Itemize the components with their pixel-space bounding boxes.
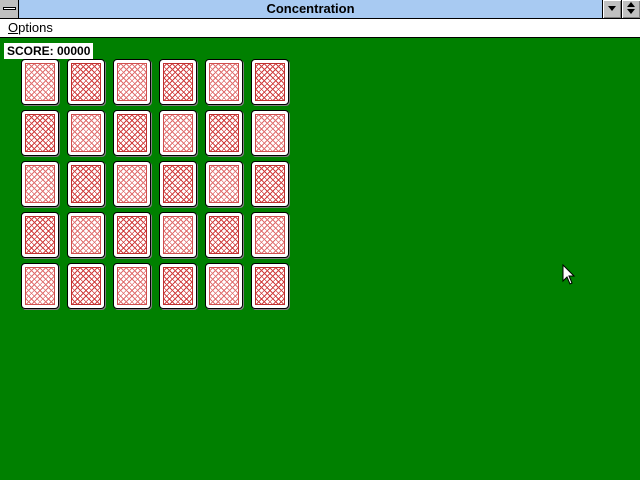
card-1-1[interactable] [21,59,59,105]
card-back-pattern [117,216,147,254]
concentration-window: Concentration Options SCORE: 00000 [0,0,640,480]
card-4-6[interactable] [251,212,289,258]
card-back-pattern [163,216,193,254]
restore-icon [627,2,635,7]
card-back-pattern [25,267,55,305]
restore-icon-lower [627,9,635,14]
card-back-pattern [71,63,101,101]
card-back-pattern [25,165,55,203]
card-5-3[interactable] [113,263,151,309]
card-1-6[interactable] [251,59,289,105]
card-5-1[interactable] [21,263,59,309]
card-3-1[interactable] [21,161,59,207]
card-5-5[interactable] [205,263,243,309]
card-back-pattern [163,165,193,203]
card-2-3[interactable] [113,110,151,156]
card-5-4[interactable] [159,263,197,309]
card-4-3[interactable] [113,212,151,258]
card-3-3[interactable] [113,161,151,207]
card-2-2[interactable] [67,110,105,156]
card-back-pattern [163,63,193,101]
menu-options-mnemonic: O [8,20,19,35]
card-back-pattern [255,63,285,101]
card-2-5[interactable] [205,110,243,156]
card-back-pattern [255,114,285,152]
card-4-1[interactable] [21,212,59,258]
card-2-1[interactable] [21,110,59,156]
card-back-pattern [255,267,285,305]
card-back-pattern [163,267,193,305]
card-1-2[interactable] [67,59,105,105]
card-back-pattern [117,63,147,101]
card-back-pattern [255,216,285,254]
card-2-4[interactable] [159,110,197,156]
score-display: SCORE: 00000 [4,43,94,59]
card-back-pattern [209,63,239,101]
card-back-pattern [117,267,147,305]
card-back-pattern [25,114,55,152]
card-back-pattern [209,114,239,152]
card-5-2[interactable] [67,263,105,309]
card-back-pattern [25,216,55,254]
card-back-pattern [25,63,55,101]
card-4-4[interactable] [159,212,197,258]
maximize-button[interactable] [621,0,640,18]
card-back-pattern [209,267,239,305]
card-back-pattern [71,165,101,203]
card-4-5[interactable] [205,212,243,258]
system-menu-icon[interactable] [0,0,19,18]
card-back-pattern [71,267,101,305]
window-title: Concentration [266,1,355,16]
minimize-button[interactable] [602,0,621,18]
card-back-pattern [209,165,239,203]
card-3-5[interactable] [205,161,243,207]
card-3-6[interactable] [251,161,289,207]
card-4-2[interactable] [67,212,105,258]
menu-options[interactable]: Options [8,19,53,37]
title-bar[interactable]: Concentration [0,0,640,19]
card-1-5[interactable] [205,59,243,105]
card-back-pattern [71,114,101,152]
card-1-4[interactable] [159,59,197,105]
menu-options-label: ptions [18,20,53,35]
card-back-pattern [163,114,193,152]
mouse-pointer-icon [562,264,576,285]
card-5-6[interactable] [251,263,289,309]
card-3-4[interactable] [159,161,197,207]
minimize-icon [608,6,616,11]
menu-bar: Options [0,19,640,38]
card-1-3[interactable] [113,59,151,105]
card-2-6[interactable] [251,110,289,156]
card-back-pattern [255,165,285,203]
card-back-pattern [71,216,101,254]
card-3-2[interactable] [67,161,105,207]
card-back-pattern [209,216,239,254]
card-back-pattern [117,114,147,152]
card-back-pattern [117,165,147,203]
